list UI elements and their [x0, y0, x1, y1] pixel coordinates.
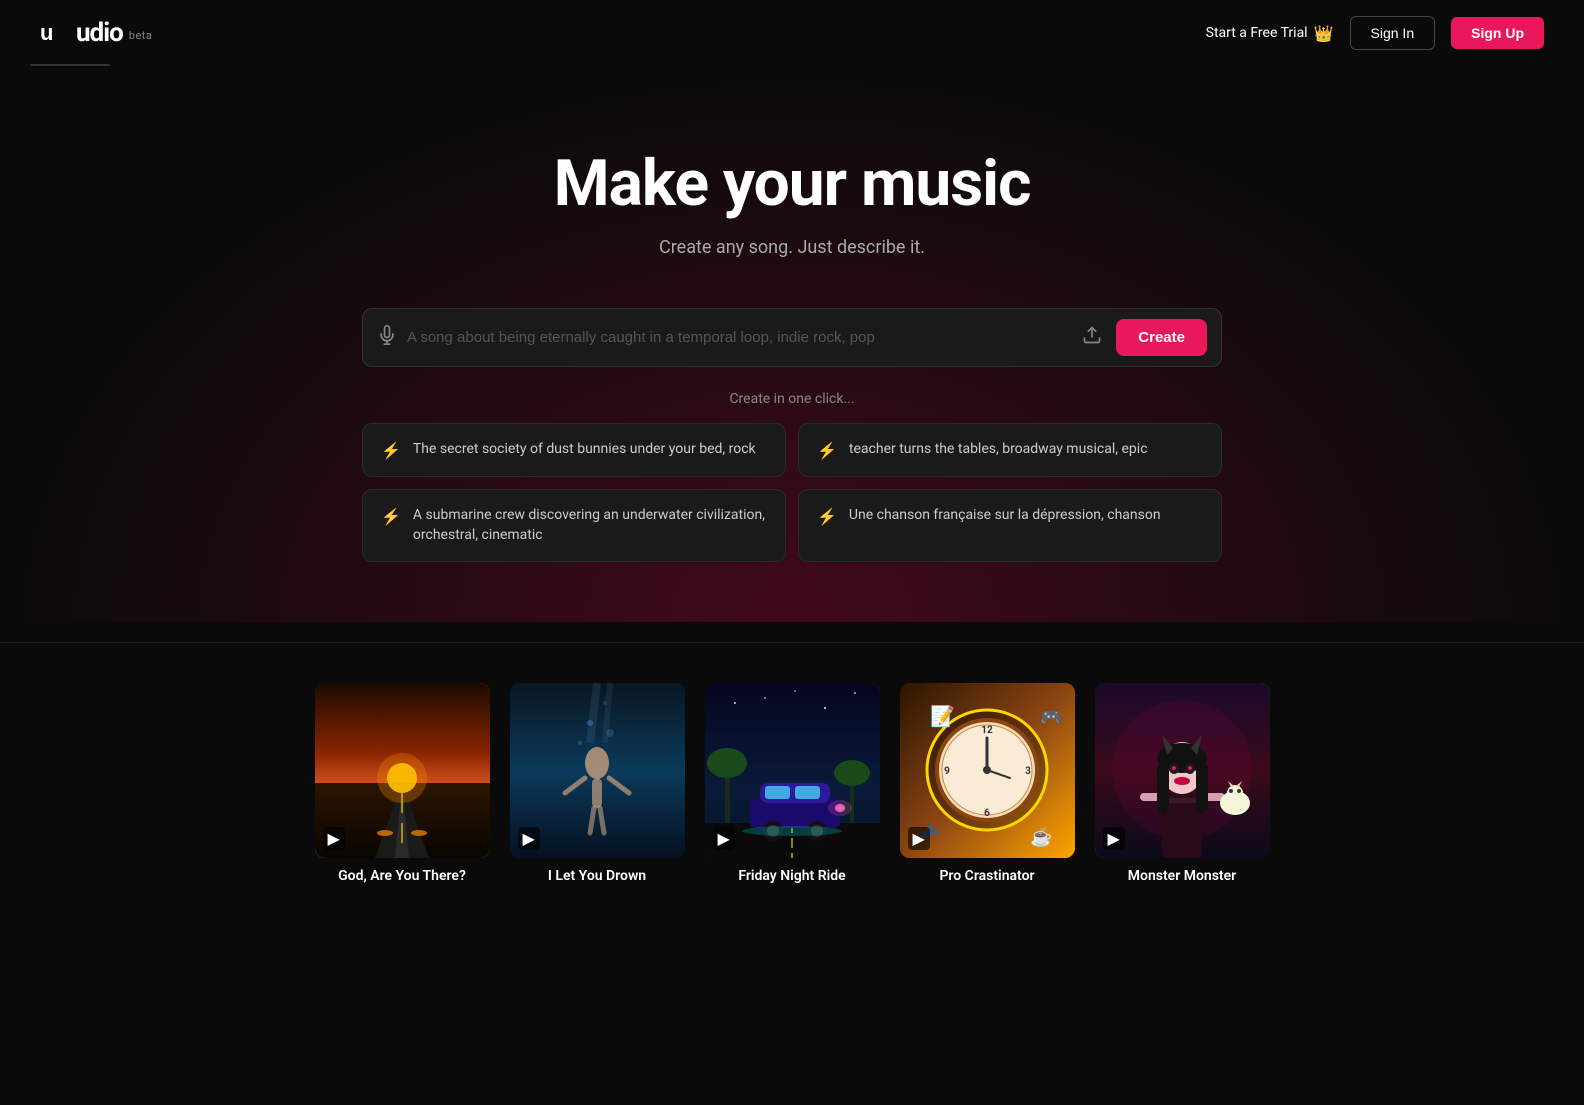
hero-section: Make your music Create any song. Just de…	[0, 66, 1584, 622]
suggestion-card[interactable]: ⚡ Une chanson française sur la dépressio…	[798, 489, 1222, 562]
logo-text: udio	[76, 18, 123, 48]
beta-badge: beta	[129, 29, 153, 42]
svg-text:u: u	[40, 20, 53, 45]
free-trial-label: Start a Free Trial	[1206, 25, 1308, 41]
svg-text:🎮: 🎮	[1040, 707, 1062, 728]
suggestion-text: The secret society of dust bunnies under…	[413, 440, 756, 460]
music-card[interactable]: 12 3 6 9 📝 ☕ 💤 🎮 ▶ Pro Crastinator	[900, 683, 1075, 884]
music-card-title: God, Are You There?	[315, 868, 490, 884]
suggestions-grid: ⚡ The secret society of dust bunnies und…	[362, 423, 1222, 562]
svg-text:📝: 📝	[930, 704, 955, 728]
music-card-title: Pro Crastinator	[900, 868, 1075, 884]
svg-text:6: 6	[984, 808, 990, 819]
crown-icon: 👑	[1314, 24, 1334, 43]
suggestion-card[interactable]: ⚡ A submarine crew discovering an underw…	[362, 489, 786, 562]
play-badge: ▶	[518, 827, 540, 850]
music-card-title: Monster Monster	[1095, 868, 1270, 884]
music-cards-section: ▶ God, Are You There?	[0, 663, 1584, 924]
logo-area: u udio beta	[40, 18, 152, 48]
section-divider	[0, 642, 1584, 643]
lightning-icon: ⚡	[817, 507, 837, 526]
suggestion-text: Une chanson française sur la dépression,…	[849, 506, 1161, 526]
music-card[interactable]: ▶ God, Are You There?	[315, 683, 490, 884]
hero-subtitle: Create any song. Just describe it.	[659, 237, 925, 258]
music-card-image: 12 3 6 9 📝 ☕ 💤 🎮 ▶	[900, 683, 1075, 858]
free-trial-link[interactable]: Start a Free Trial 👑	[1206, 24, 1334, 43]
play-badge: ▶	[908, 827, 930, 850]
upload-button[interactable]	[1078, 321, 1106, 354]
play-badge: ▶	[1103, 827, 1125, 850]
music-card[interactable]: ▶ I Let You Drown	[510, 683, 685, 884]
play-badge: ▶	[713, 827, 735, 850]
sign-up-button[interactable]: Sign Up	[1451, 17, 1544, 49]
mic-icon	[377, 325, 397, 350]
lightning-icon: ⚡	[381, 441, 401, 460]
music-card-image: ▶	[315, 683, 490, 858]
search-input[interactable]	[407, 329, 1068, 346]
svg-text:3: 3	[1025, 766, 1031, 777]
music-card[interactable]: ▶ Friday Night Ride	[705, 683, 880, 884]
music-card-image: ▶	[705, 683, 880, 858]
hero-title: Make your music	[554, 146, 1031, 221]
sign-in-button[interactable]: Sign In	[1350, 16, 1436, 50]
suggestion-card[interactable]: ⚡ The secret society of dust bunnies und…	[362, 423, 786, 477]
svg-text:9: 9	[944, 766, 950, 777]
create-button[interactable]: Create	[1116, 319, 1207, 356]
lightning-icon: ⚡	[817, 441, 837, 460]
nav-right: Start a Free Trial 👑 Sign In Sign Up	[1206, 16, 1544, 50]
music-card-image: ▶	[510, 683, 685, 858]
music-card[interactable]: ▶ Monster Monster	[1095, 683, 1270, 884]
music-card-title: Friday Night Ride	[705, 868, 880, 884]
music-card-title: I Let You Drown	[510, 868, 685, 884]
suggestion-text: teacher turns the tables, broadway music…	[849, 440, 1148, 460]
music-card-image: ▶	[1095, 683, 1270, 858]
udio-logo-icon: u	[40, 18, 70, 48]
search-container: Create	[362, 308, 1222, 367]
suggestion-card[interactable]: ⚡ teacher turns the tables, broadway mus…	[798, 423, 1222, 477]
music-cards-row: ▶ God, Are You There?	[60, 683, 1524, 884]
one-click-label: Create in one click...	[729, 391, 854, 407]
navbar: u udio beta Start a Free Trial 👑 Sign In…	[0, 0, 1584, 66]
suggestion-text: A submarine crew discovering an underwat…	[413, 506, 767, 545]
svg-text:12: 12	[981, 725, 993, 736]
svg-text:☕: ☕	[1030, 826, 1052, 848]
lightning-icon: ⚡	[381, 507, 401, 526]
play-badge: ▶	[323, 827, 345, 850]
nav-progress-bar	[30, 64, 110, 66]
